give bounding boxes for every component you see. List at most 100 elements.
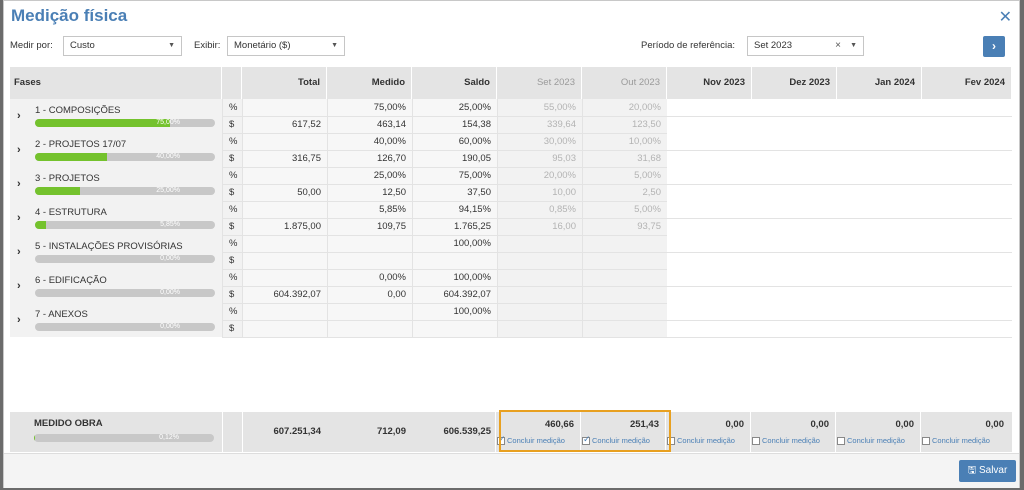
exibir-select[interactable]: Monetário ($) ▼ [227, 36, 345, 56]
chevron-right-icon[interactable]: › [17, 178, 21, 190]
month-input-cell[interactable] [752, 252, 837, 269]
periodo-select[interactable]: Set 2023 × ▼ [747, 36, 864, 56]
chevron-right-icon[interactable]: › [17, 280, 21, 292]
chevron-right-icon[interactable]: › [17, 110, 21, 122]
checkbox[interactable] [837, 437, 845, 445]
month-input-cell[interactable] [922, 303, 1012, 320]
concluir-medicao-checkbox[interactable]: Concluir medição [837, 436, 905, 445]
month-input-cell[interactable] [837, 218, 922, 235]
month-input-cell[interactable] [667, 116, 752, 133]
month-input-cell[interactable] [667, 269, 752, 286]
month-input-cell[interactable] [752, 218, 837, 235]
month-input-cell[interactable] [922, 150, 1012, 167]
month-input-cell[interactable] [922, 201, 1012, 218]
table-cell [327, 303, 412, 320]
month-input-cell[interactable] [837, 252, 922, 269]
month-input-cell[interactable] [922, 269, 1012, 286]
table-cell [242, 167, 327, 184]
chevron-right-icon[interactable]: › [17, 314, 21, 326]
month-input-cell[interactable] [667, 201, 752, 218]
chevron-right-icon[interactable]: › [17, 212, 21, 224]
month-input-cell[interactable] [837, 184, 922, 201]
checkbox[interactable] [752, 437, 760, 445]
concluir-medicao-checkbox[interactable]: Concluir medição [922, 436, 990, 445]
month-input-cell[interactable] [837, 116, 922, 133]
phase-row[interactable]: › 3 - PROJETOS 25,00% [10, 167, 222, 201]
month-input-cell[interactable] [752, 167, 837, 184]
month-input-cell[interactable] [752, 320, 837, 337]
phase-row[interactable]: › 2 - PROJETOS 17/07 40,00% [10, 133, 222, 167]
phase-row[interactable]: › 4 - ESTRUTURA 5,85% [10, 201, 222, 235]
row-divider [222, 320, 1012, 321]
month-input-cell[interactable] [922, 133, 1012, 150]
table-cell [582, 320, 667, 337]
month-input-cell[interactable] [922, 99, 1012, 116]
phase-row[interactable]: › 5 - INSTALAÇÕES PROVISÓRIAS 0,00% [10, 235, 222, 269]
row-divider [222, 116, 1012, 117]
month-input-cell[interactable] [752, 201, 837, 218]
month-input-cell[interactable] [752, 269, 837, 286]
month-input-cell[interactable] [667, 320, 752, 337]
month-input-cell[interactable] [667, 184, 752, 201]
month-input-cell[interactable] [667, 303, 752, 320]
clear-icon[interactable]: × [835, 37, 841, 55]
month-input-cell[interactable] [837, 303, 922, 320]
month-input-cell[interactable] [752, 303, 837, 320]
month-input-cell[interactable] [667, 286, 752, 303]
close-icon[interactable]: ✕ [999, 7, 1012, 27]
month-input-cell[interactable] [837, 269, 922, 286]
month-input-cell[interactable] [667, 252, 752, 269]
month-input-cell[interactable] [837, 99, 922, 116]
chevron-right-icon[interactable]: › [17, 246, 21, 258]
month-input-cell[interactable] [922, 320, 1012, 337]
month-input-cell[interactable] [752, 286, 837, 303]
percent-symbol: % [229, 272, 238, 283]
phase-progress-bar: 5,85% [35, 221, 215, 229]
table-cell: 126,70 [376, 153, 406, 164]
month-input-cell[interactable] [752, 133, 837, 150]
month-input-cell[interactable] [752, 184, 837, 201]
month-input-cell[interactable] [752, 235, 837, 252]
checkbox[interactable] [922, 437, 930, 445]
chevron-right-icon[interactable]: › [17, 144, 21, 156]
medir-por-select[interactable]: Custo ▼ [63, 36, 182, 56]
month-input-cell[interactable] [752, 99, 837, 116]
month-input-cell[interactable] [837, 235, 922, 252]
progress-label: 0,12% [159, 434, 179, 441]
phase-row[interactable]: › 1 - COMPOSIÇÕES 75,00% [10, 99, 222, 133]
column-header: Fev 2024 [922, 67, 1012, 99]
month-input-cell[interactable] [922, 235, 1012, 252]
table-cell [327, 320, 412, 337]
month-input-cell[interactable] [922, 167, 1012, 184]
phase-row[interactable]: › 6 - EDIFICAÇÃO 0,00% [10, 269, 222, 303]
month-input-cell[interactable] [922, 116, 1012, 133]
save-button[interactable]: 🖫 Salvar [959, 460, 1016, 482]
month-input-cell[interactable] [667, 167, 752, 184]
concluir-medicao-label: Concluir medição [847, 436, 905, 445]
month-input-cell[interactable] [667, 150, 752, 167]
month-input-cell[interactable] [922, 252, 1012, 269]
concluir-medicao-checkbox[interactable]: Concluir medição [752, 436, 820, 445]
month-input-cell[interactable] [837, 201, 922, 218]
concluir-medicao-checkbox[interactable]: Concluir medição [667, 436, 735, 445]
table-cell [242, 133, 327, 150]
month-input-cell[interactable] [752, 116, 837, 133]
month-input-cell[interactable] [922, 286, 1012, 303]
month-input-cell[interactable] [667, 235, 752, 252]
month-input-cell[interactable] [837, 286, 922, 303]
month-input-cell[interactable] [837, 150, 922, 167]
month-input-cell[interactable] [667, 99, 752, 116]
month-input-cell[interactable] [837, 133, 922, 150]
table-cell: 95,03 [552, 153, 576, 164]
phase-name: 7 - ANEXOS [35, 309, 88, 320]
month-input-cell[interactable] [837, 167, 922, 184]
month-input-cell[interactable] [922, 184, 1012, 201]
month-input-cell[interactable] [752, 150, 837, 167]
month-input-cell[interactable] [667, 133, 752, 150]
column-header: Dez 2023 [752, 67, 837, 99]
month-input-cell[interactable] [837, 320, 922, 337]
next-button[interactable]: › [983, 36, 1005, 57]
month-input-cell[interactable] [922, 218, 1012, 235]
phase-row[interactable]: › 7 - ANEXOS 0,00% [10, 303, 222, 337]
month-input-cell[interactable] [667, 218, 752, 235]
